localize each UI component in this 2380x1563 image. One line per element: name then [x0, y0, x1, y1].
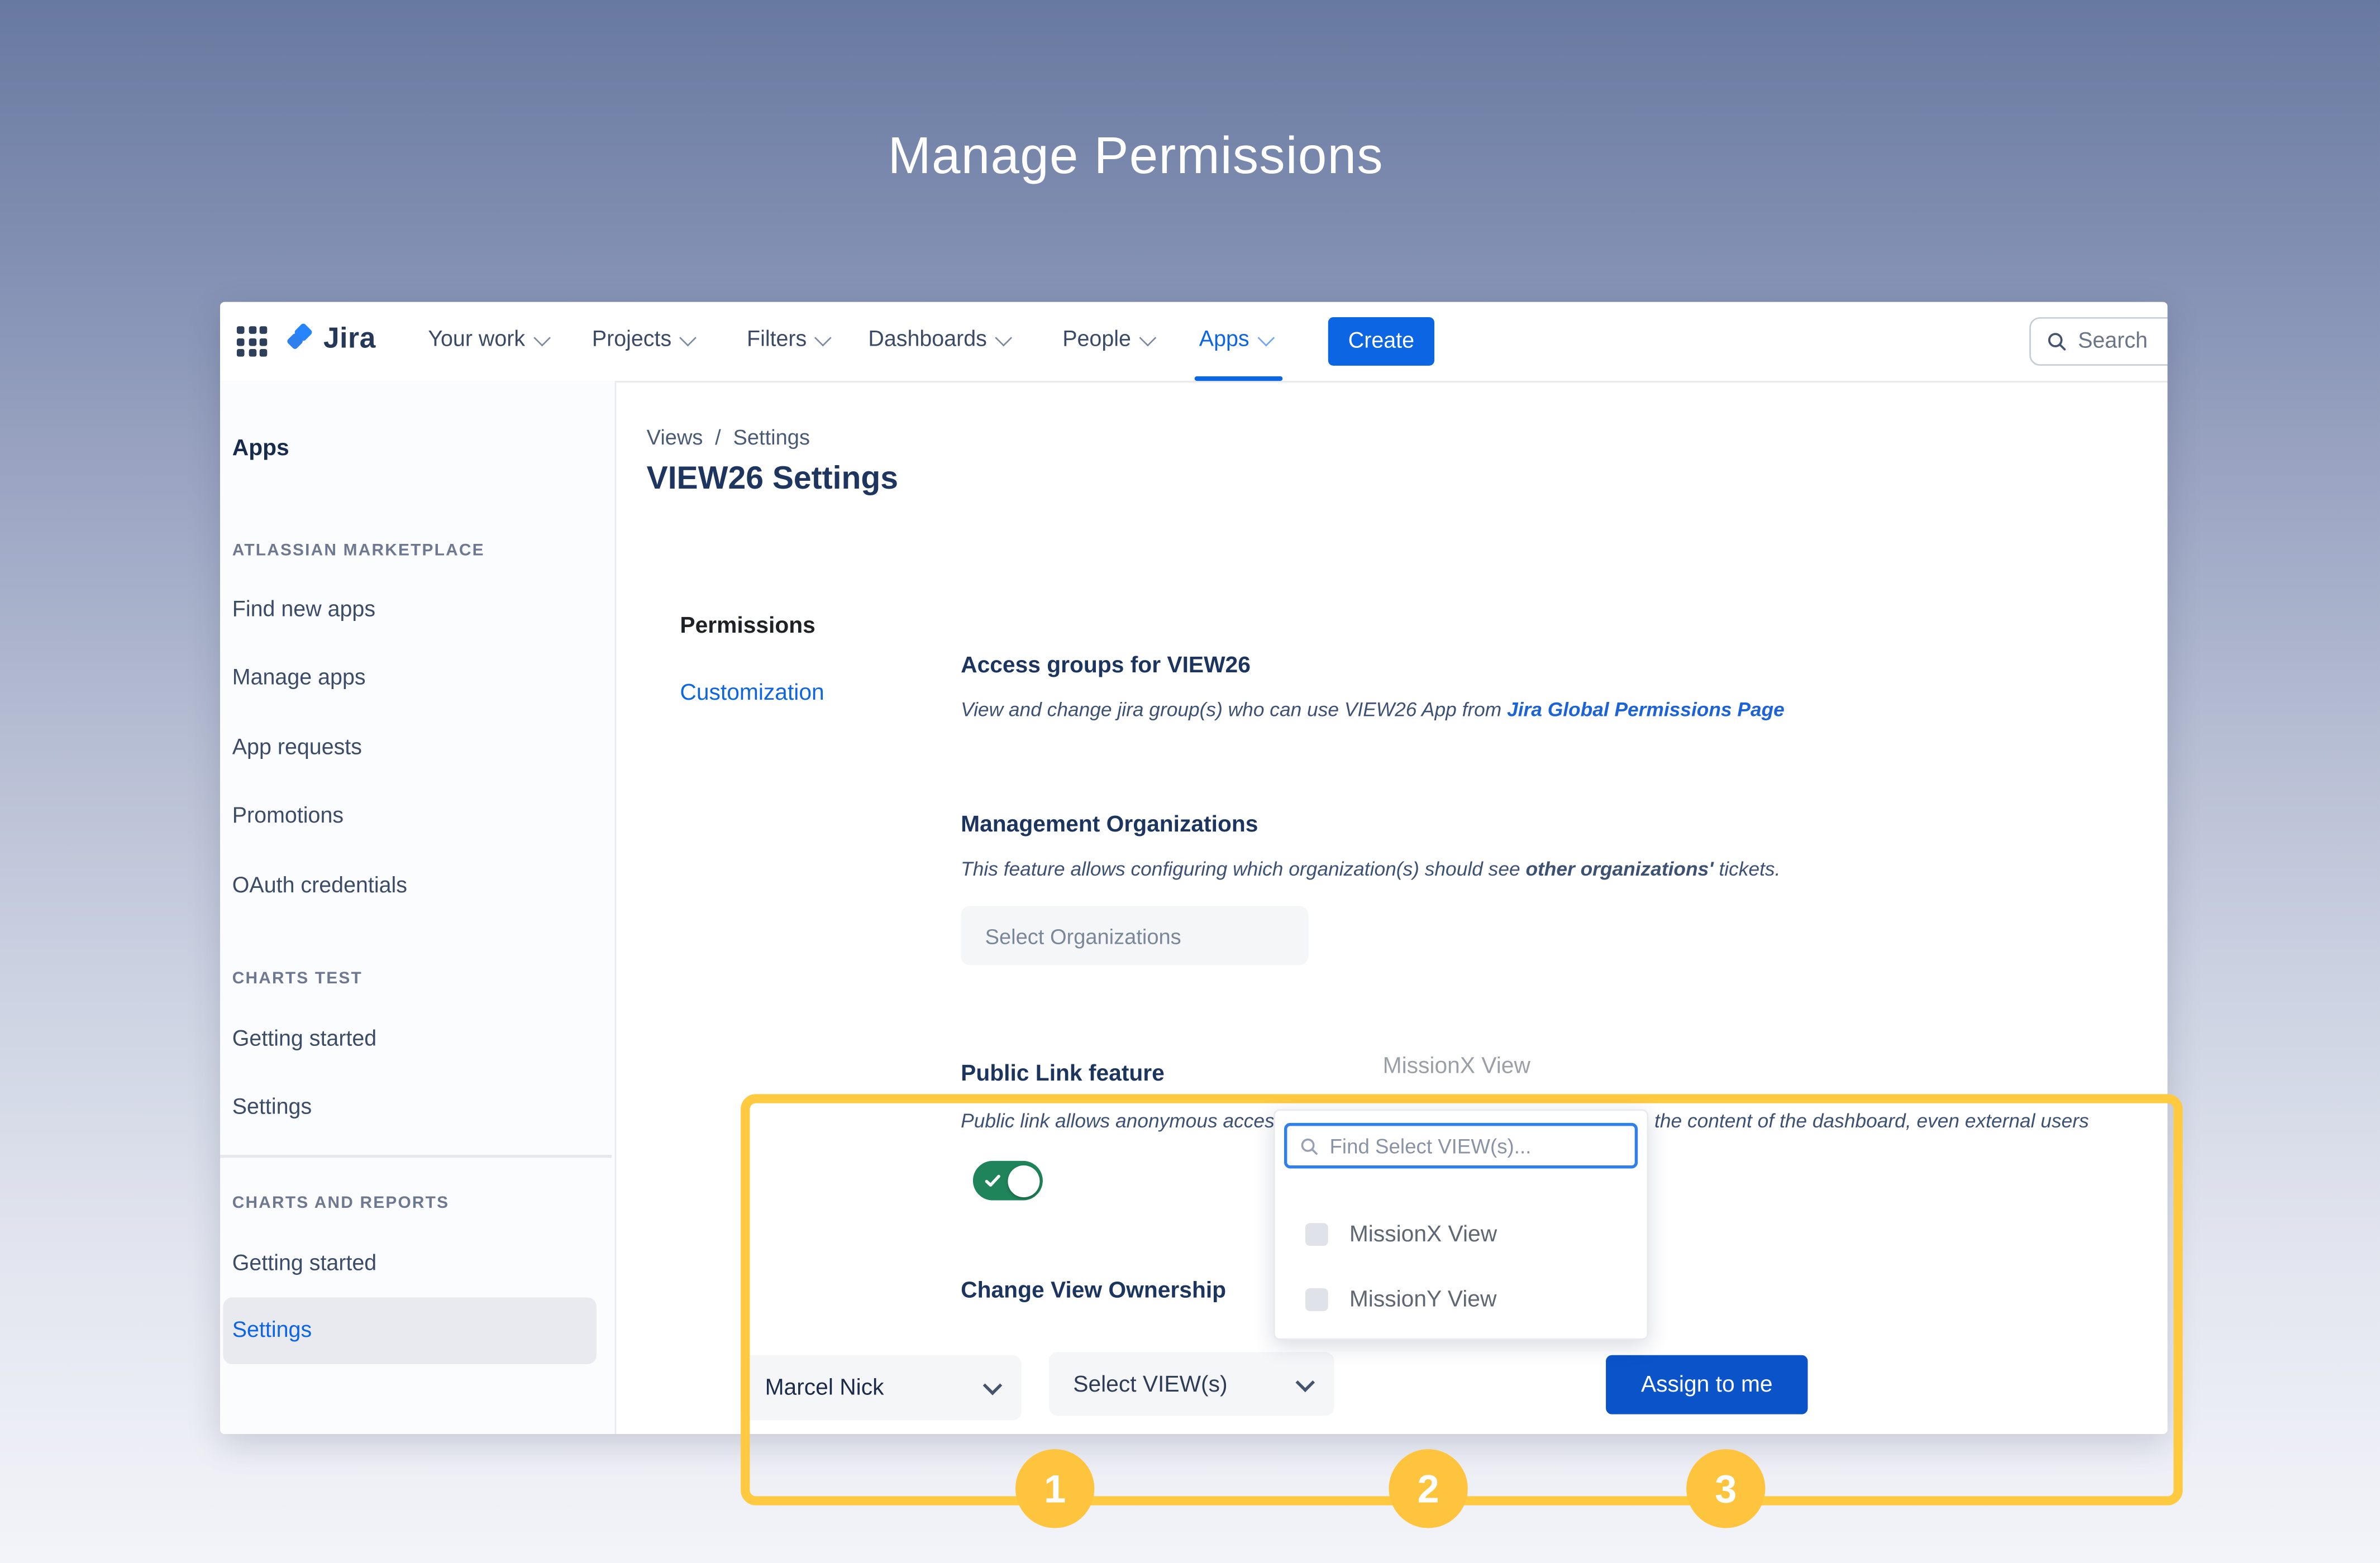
annotation-badge-1: 1	[1015, 1449, 1094, 1528]
management-orgs-description: This feature allows configuring which or…	[961, 857, 1780, 880]
sidebar-item-promotions[interactable]: Promotions	[232, 804, 344, 828]
chevron-down-icon	[815, 329, 832, 346]
sidebar-item-getting-started-2[interactable]: Getting started	[232, 1252, 376, 1276]
sidebar-item-settings-selected[interactable]: Settings	[223, 1297, 596, 1364]
owner-select[interactable]: Marcel Nick	[741, 1355, 1022, 1421]
public-link-toggle[interactable]	[973, 1161, 1043, 1201]
view-option-missiony[interactable]: MissionY View	[1305, 1287, 1496, 1312]
sidebar-section-marketplace: ATLASSIAN MARKETPLACE	[232, 542, 485, 560]
sidebar: Apps ATLASSIAN MARKETPLACE Find new apps…	[220, 381, 616, 1434]
chevron-down-icon	[1258, 329, 1275, 346]
nav-apps-active-underline	[1195, 376, 1283, 381]
view-select-dropdown: Find Select VIEW(s)... MissionX View Mis…	[1274, 1109, 1648, 1340]
selected-view-label: MissionX View	[1383, 1053, 1530, 1079]
tab-customization[interactable]: Customization	[680, 680, 824, 705]
sidebar-item-find-new-apps[interactable]: Find new apps	[232, 598, 375, 622]
sidebar-section-charts-test: CHARTS TEST	[232, 969, 363, 988]
chevron-down-icon	[1140, 329, 1156, 346]
check-icon	[984, 1172, 1002, 1190]
annotation-badge-3: 3	[1686, 1449, 1765, 1528]
sidebar-item-settings-1[interactable]: Settings	[232, 1096, 312, 1120]
search-icon	[1299, 1136, 1319, 1155]
tab-permissions[interactable]: Permissions	[680, 613, 815, 639]
breadcrumb-separator: /	[715, 425, 721, 449]
sidebar-title: Apps	[232, 436, 289, 461]
nav-your-work[interactable]: Your work	[428, 302, 545, 378]
view-search-placeholder: Find Select VIEW(s)...	[1330, 1134, 1532, 1157]
nav-apps[interactable]: Apps	[1199, 302, 1270, 378]
access-groups-description: View and change jira group(s) who can us…	[961, 698, 1785, 721]
breadcrumb-views[interactable]: Views	[647, 425, 703, 449]
sidebar-item-manage-apps[interactable]: Manage apps	[232, 666, 366, 690]
public-link-heading: Public Link feature	[961, 1061, 1165, 1087]
search-placeholder: Search	[2078, 329, 2148, 353]
create-button[interactable]: Create	[1328, 317, 1434, 366]
nav-filters[interactable]: Filters	[747, 302, 827, 378]
breadcrumb: Views / Settings	[647, 425, 810, 449]
jira-logo-text[interactable]: Jira	[323, 323, 376, 357]
view-search-input[interactable]: Find Select VIEW(s)...	[1284, 1123, 1638, 1169]
checkbox[interactable]	[1305, 1223, 1328, 1246]
sidebar-item-getting-started-1[interactable]: Getting started	[232, 1027, 376, 1051]
chevron-down-icon	[1295, 1372, 1315, 1392]
sidebar-item-label: Settings	[232, 1318, 312, 1342]
sidebar-item-app-requests[interactable]: App requests	[232, 736, 362, 760]
chevron-down-icon	[534, 329, 550, 346]
screenshot-stage: Manage Permissions Jira Your work Projec…	[0, 0, 2380, 1563]
search-icon	[2046, 331, 2067, 352]
toggle-knob	[1007, 1165, 1039, 1197]
hero-title: Manage Permissions	[888, 127, 1384, 187]
nav-projects[interactable]: Projects	[592, 302, 692, 378]
jira-global-permissions-link[interactable]: Jira Global Permissions Page	[1507, 698, 1785, 721]
app-switcher-icon[interactable]	[237, 326, 267, 356]
view-option-missionx[interactable]: MissionX View	[1305, 1222, 1497, 1247]
management-orgs-heading: Management Organizations	[961, 812, 1258, 838]
change-ownership-heading: Change View Ownership	[961, 1278, 1226, 1303]
global-search-input[interactable]: Search	[2029, 317, 2167, 366]
checkbox[interactable]	[1305, 1288, 1328, 1311]
select-organizations-button[interactable]: Select Organizations	[961, 906, 1308, 965]
nav-people[interactable]: People	[1062, 302, 1151, 378]
views-select[interactable]: Select VIEW(s)	[1049, 1352, 1334, 1416]
top-navbar: Jira Your work Projects Filters Dashboar…	[220, 302, 2168, 383]
jira-window: Jira Your work Projects Filters Dashboar…	[220, 302, 2168, 1434]
access-groups-heading: Access groups for VIEW26	[961, 653, 1251, 678]
chevron-down-icon	[983, 1376, 1003, 1395]
chevron-down-icon	[996, 329, 1012, 346]
sidebar-section-charts-reports: CHARTS AND REPORTS	[232, 1194, 449, 1213]
chevron-down-icon	[680, 329, 697, 346]
nav-dashboards[interactable]: Dashboards	[868, 302, 1007, 378]
sidebar-item-oauth-credentials[interactable]: OAuth credentials	[232, 874, 407, 898]
public-link-description-right: the content of the dashboard, even exter…	[1654, 1109, 2089, 1132]
jira-logo-icon[interactable]	[284, 323, 317, 364]
assign-to-me-button[interactable]: Assign to me	[1606, 1355, 1807, 1414]
sidebar-divider	[220, 1155, 612, 1157]
public-link-description-left: Public link allows anonymous access	[961, 1109, 1284, 1132]
page-title: VIEW26 Settings	[647, 461, 898, 498]
breadcrumb-settings[interactable]: Settings	[733, 425, 809, 449]
annotation-badge-2: 2	[1389, 1449, 1467, 1528]
